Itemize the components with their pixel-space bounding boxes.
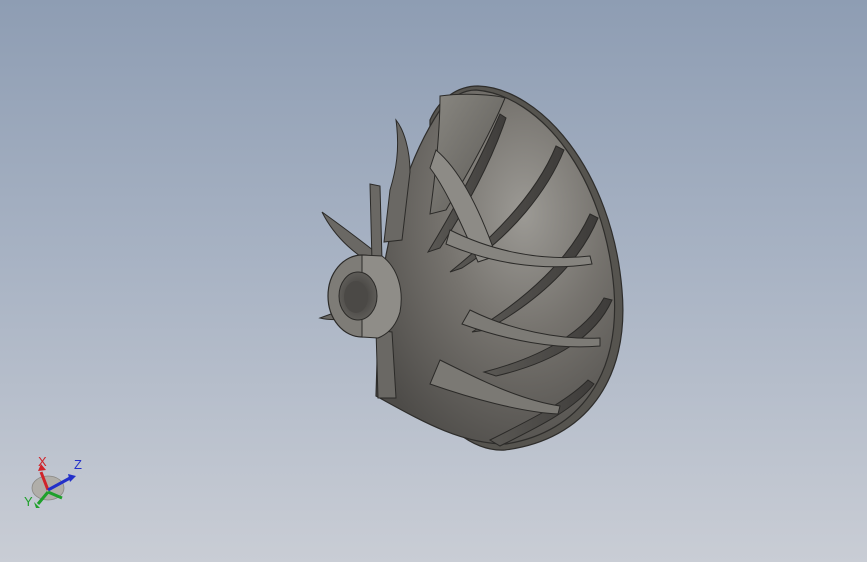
hub-bore-inner [344, 281, 368, 313]
hub-nose [327, 254, 402, 339]
triad-z-label: Z [74, 457, 82, 472]
orientation-triad[interactable]: X Z Y [22, 452, 92, 514]
triad-y-label: Y [24, 494, 33, 509]
graphics-viewport[interactable]: X Z Y [0, 0, 867, 562]
triad-x-label: X [38, 454, 47, 469]
fin-mid [369, 183, 383, 263]
impeller-model[interactable] [0, 0, 867, 562]
